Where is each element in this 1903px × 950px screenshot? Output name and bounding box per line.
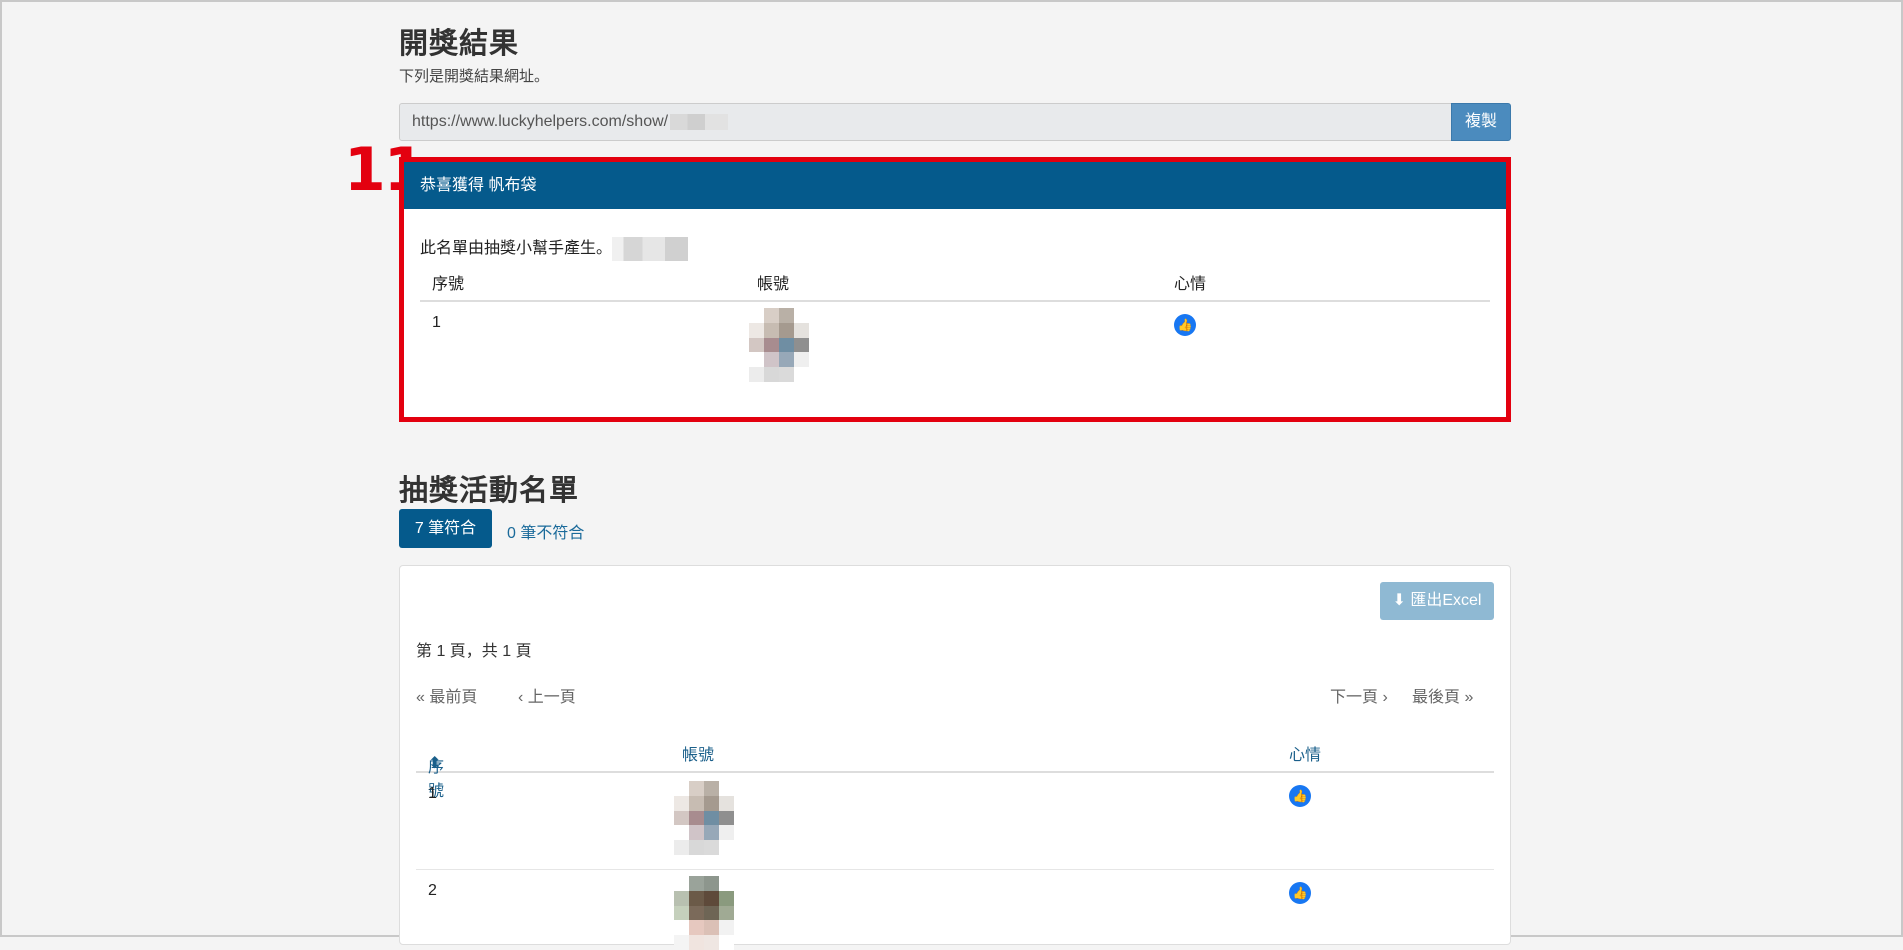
- result-description: 下列是開獎結果網址。: [399, 68, 550, 85]
- winner-header: 恭喜獲得 帆布袋: [404, 162, 1506, 209]
- table-row: 1 👍: [416, 773, 1494, 870]
- result-url-text: https://www.luckyhelpers.com/show/: [412, 113, 669, 130]
- double-chevron-left-icon: «: [416, 689, 430, 706]
- winner-panel: 恭喜獲得 帆布袋 此名單由抽獎小幫手產生。 序號 帳號 心情 1 👍: [399, 157, 1511, 422]
- like-icon: 👍: [1289, 882, 1311, 904]
- pager-last[interactable]: 最後頁 »: [1412, 683, 1473, 707]
- col-account: 帳號: [757, 276, 790, 293]
- row-index: 2: [428, 882, 437, 899]
- col-account[interactable]: 帳號: [682, 741, 714, 765]
- pager-first[interactable]: « 最前頁: [416, 683, 477, 707]
- sort-icon: ⬍: [428, 755, 442, 772]
- winner-note: 此名單由抽獎小幫手產生。: [420, 234, 689, 261]
- tab-nomatch[interactable]: 0 筆不符合: [507, 519, 584, 543]
- pager-prev-label: 上一頁: [527, 689, 576, 706]
- avatar: [749, 308, 809, 382]
- winner-note-text: 此名單由抽獎小幫手產生。: [420, 240, 613, 257]
- result-url-group: https://www.luckyhelpers.com/show/ 複製: [399, 103, 1511, 141]
- row-index: 1: [432, 314, 441, 331]
- download-icon: ⬇: [1392, 592, 1411, 609]
- col-index: 序號: [432, 276, 465, 293]
- tab-match[interactable]: 7 筆符合: [399, 509, 492, 548]
- participant-panel: ⬇ 匯出Excel 第 1 頁，共 1 頁 « 最前頁 ‹ 上一頁 下一頁 › …: [399, 565, 1511, 950]
- pager-last-label: 最後頁: [1412, 689, 1461, 706]
- copy-button[interactable]: 複製: [1451, 103, 1511, 141]
- avatar: [674, 876, 734, 950]
- table-row: 1 👍: [420, 302, 1490, 382]
- result-url-field[interactable]: https://www.luckyhelpers.com/show/: [399, 103, 1468, 141]
- row-index: 1: [428, 785, 437, 802]
- chevron-left-icon: ‹: [518, 689, 528, 706]
- export-excel-button[interactable]: ⬇ 匯出Excel: [1380, 582, 1494, 620]
- result-title: 開獎結果: [399, 28, 520, 60]
- list-table-header: 序號 ⬍ 帳號 心情: [416, 729, 1494, 800]
- export-label: 匯出Excel: [1410, 592, 1482, 609]
- pager-first-label: 最前頁: [429, 689, 478, 706]
- col-mood: 心情: [1174, 276, 1207, 293]
- list-title: 抽獎活動名單: [399, 475, 580, 507]
- chevron-right-icon: ›: [1378, 689, 1388, 706]
- pager-prev[interactable]: ‹ 上一頁: [518, 683, 576, 707]
- col-mood[interactable]: 心情: [1289, 741, 1321, 765]
- table-row: 2 👍: [416, 870, 1494, 950]
- redacted-id: [670, 113, 729, 130]
- like-icon: 👍: [1174, 314, 1196, 336]
- pager-next-label: 下一頁: [1330, 689, 1379, 706]
- avatar: [674, 781, 734, 855]
- winner-table-header: 序號 帳號 心情: [420, 258, 1490, 302]
- page-info: 第 1 頁，共 1 頁: [416, 643, 532, 660]
- double-chevron-right-icon: »: [1460, 689, 1474, 706]
- like-icon: 👍: [1289, 785, 1311, 807]
- pager-next[interactable]: 下一頁 ›: [1330, 683, 1388, 707]
